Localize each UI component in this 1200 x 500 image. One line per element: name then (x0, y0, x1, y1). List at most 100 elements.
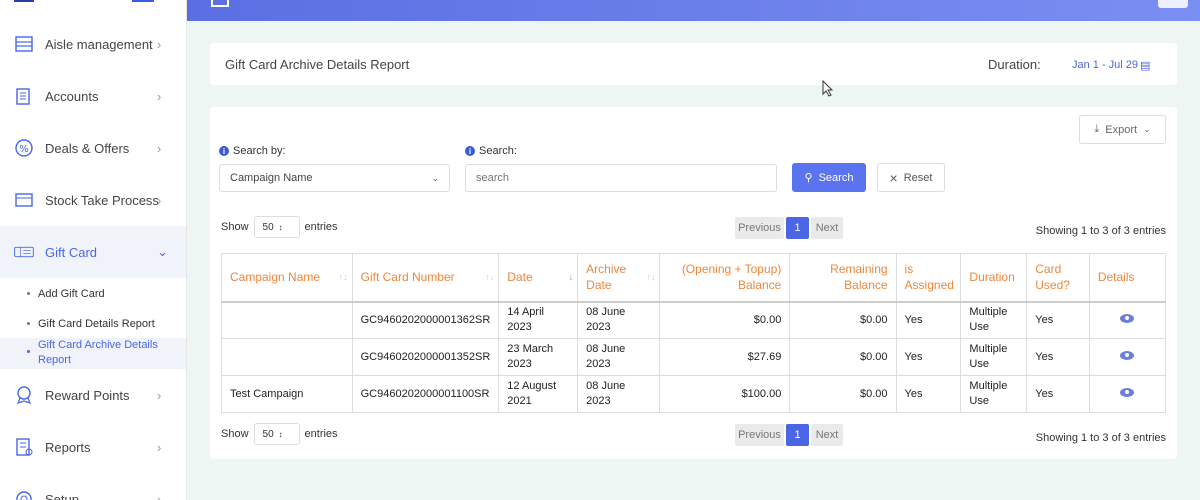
sidebar-item-label: Setup (45, 491, 79, 500)
sidebar-item-reports[interactable]: Reports › (0, 421, 186, 473)
sidebar-item-aisle-management[interactable]: Aisle management › (0, 18, 186, 70)
column-header[interactable]: Archive Date ↑↓ (577, 253, 661, 303)
reward-icon (14, 385, 34, 405)
eye-icon[interactable] (1120, 387, 1135, 397)
page-1-button[interactable]: 1 (786, 424, 809, 446)
chevron-down-icon: ⌄ (1143, 124, 1151, 134)
info-icon: i (465, 146, 475, 156)
download-icon: ⤓ (1094, 123, 1100, 135)
search-button-label: Search (818, 171, 854, 184)
info-icon: i (219, 146, 229, 156)
showing-info: Showing 1 to 3 of 3 entries (1035, 225, 1166, 237)
reset-button-label: Reset (903, 171, 933, 184)
cell-date: 12 August 2021 (498, 375, 579, 413)
sidebar-item-stock-take[interactable]: Stock Take Process › (0, 174, 186, 226)
chevron-right-icon: › (157, 88, 162, 104)
sidebar-item-reward-points[interactable]: Reward Points › (0, 369, 186, 421)
cell-remaining: $0.00 (789, 375, 897, 413)
cell-remaining: $0.00 (789, 301, 897, 339)
percent-icon: % (14, 138, 34, 158)
sidebar-item-deals-offers[interactable]: % Deals & Offers › (0, 122, 186, 174)
search-by-select[interactable]: Campaign Name ⌄ (219, 164, 450, 192)
search-by-value: Campaign Name (230, 172, 313, 184)
sidebar-subitem-label: Gift Card Details Report (38, 318, 155, 330)
previous-button[interactable]: Previous (735, 217, 784, 239)
column-header[interactable]: (Opening + Topup) Balance (659, 253, 791, 303)
column-header[interactable]: Card Used? (1026, 253, 1090, 303)
sidebar-subitem-label: Gift Card Archive Details Report (38, 339, 158, 366)
cell-campaign: Test Campaign (221, 375, 353, 413)
eye-icon[interactable] (1120, 313, 1135, 323)
showing-info: Showing 1 to 3 of 3 entries (1035, 432, 1166, 444)
cell-card-number: GC9460202000001100SR (351, 375, 500, 413)
column-header[interactable]: Campaign Name ↑↓ (221, 253, 353, 303)
cell-assigned: Yes (895, 338, 962, 376)
header-label: Remaining Balance (830, 262, 888, 293)
cell-details (1088, 301, 1167, 339)
user-menu[interactable] (1158, 0, 1188, 8)
sidebar-item-label: Aisle management (45, 36, 153, 52)
cell-archive-date: 08 June 2023 (577, 301, 661, 339)
sidebar-item-accounts[interactable]: Accounts › (0, 70, 186, 122)
column-header[interactable]: Remaining Balance (789, 253, 897, 303)
search-icon: ⚲ (804, 172, 813, 184)
next-button[interactable]: Next (811, 217, 843, 239)
column-header[interactable]: Gift Card Number ↑↓ (351, 253, 500, 303)
duration-value[interactable]: Jan 1 - Jul 29 (1072, 59, 1138, 71)
column-header[interactable]: Details (1088, 253, 1167, 303)
sidebar-item-label: Accounts (45, 88, 99, 104)
updown-icon: ↕ (278, 429, 283, 439)
previous-button[interactable]: Previous (735, 424, 784, 446)
sidebar-subitem-gift-card-archive-report[interactable]: Gift Card Archive Details Report (0, 338, 186, 369)
search-button[interactable]: ⚲ Search (792, 163, 866, 192)
chevron-right-icon: › (157, 491, 162, 500)
table-row: Test Campaign GC9460202000001100SR 12 Au… (221, 375, 1167, 413)
reset-button[interactable]: × Reset (877, 163, 945, 192)
next-button[interactable]: Next (811, 424, 843, 446)
cell-date: 14 April 2023 (498, 301, 579, 339)
export-button[interactable]: ⤓ Export ⌄ (1079, 115, 1166, 144)
cell-duration: Multiple Use (960, 301, 1028, 339)
page-length-select[interactable]: 50 ↕ (253, 216, 300, 238)
search-by-label: i Search by: (219, 145, 286, 157)
chevron-down-icon: ⌄ (431, 172, 439, 183)
cell-card-number: GC9460202000001352SR (351, 338, 500, 376)
pagination-bottom: Previous 1 Next (735, 424, 843, 446)
sort-icon: ↑↓ (485, 272, 495, 283)
menu-grid-icon[interactable] (211, 0, 229, 7)
sidebar-item-gift-card[interactable]: Gift Card ⌄ (0, 226, 186, 278)
chevron-right-icon: › (157, 140, 162, 156)
page-1-button[interactable]: 1 (786, 217, 809, 239)
sort-icon: ↑↓ (646, 272, 656, 283)
chevron-down-icon: ⌄ (157, 244, 168, 259)
cell-card-number: GC9460202000001362SR (351, 301, 500, 339)
search-label: i Search: (465, 145, 517, 157)
cell-used: Yes (1026, 375, 1090, 413)
page-length-control: Show 50 ↕ entries (221, 216, 338, 238)
show-label: Show (221, 221, 249, 233)
entries-label: entries (304, 221, 338, 233)
updown-icon: ↕ (278, 222, 283, 232)
mouse-cursor-icon (822, 80, 834, 97)
column-header[interactable]: Duration (960, 253, 1028, 303)
header-label: Campaign Name (230, 270, 321, 285)
gift-card-icon (14, 242, 34, 262)
column-header[interactable]: Date ↓ (498, 253, 579, 303)
sort-icon: ↓ (568, 272, 574, 283)
cell-campaign (221, 338, 353, 376)
header-label: is Assigned (904, 262, 954, 293)
cell-remaining: $0.00 (789, 338, 897, 376)
entries-label: entries (304, 428, 338, 440)
accounts-icon (14, 86, 34, 106)
pagination-top: Previous 1 Next (735, 217, 843, 239)
header-label: Archive Date (586, 262, 627, 293)
eye-icon[interactable] (1120, 350, 1135, 360)
search-text: Search: (479, 145, 517, 157)
cell-used: Yes (1026, 301, 1090, 339)
sidebar-item-setup[interactable]: Setup › (0, 473, 186, 500)
page-length-select[interactable]: 50 ↕ (253, 423, 300, 445)
header-label: Card Used? (1035, 262, 1070, 293)
calendar-icon[interactable]: ▤ (1140, 59, 1150, 72)
search-input[interactable] (465, 164, 777, 192)
column-header[interactable]: is Assigned (895, 253, 962, 303)
